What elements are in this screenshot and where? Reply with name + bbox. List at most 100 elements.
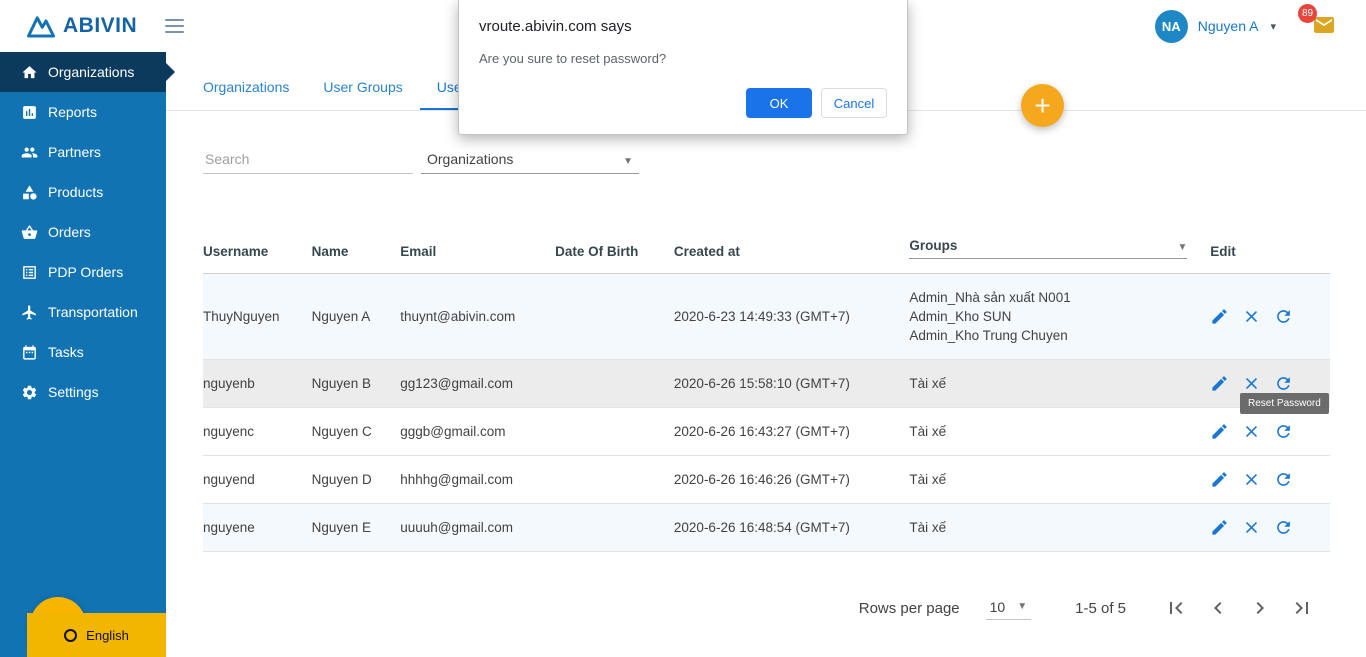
notification-badge: 89 (1298, 4, 1317, 23)
edit-pencil-icon (1212, 520, 1227, 535)
brand-name: ABIVIN (63, 14, 138, 37)
sidebar-item-reports[interactable]: Reports (0, 92, 166, 132)
calendar-icon (23, 344, 36, 360)
edit-pencil-icon (1212, 472, 1227, 487)
sidebar-item-products[interactable]: Products (0, 172, 166, 212)
cell-username: nguyenc (203, 407, 312, 456)
cell-name: Nguyen B (311, 359, 401, 408)
reset-password-button[interactable] (1274, 518, 1293, 537)
cell-name: Nguyen C (311, 407, 401, 456)
cell-username: nguyenb (203, 359, 312, 408)
sidebar-item-settings[interactable]: Settings (0, 372, 166, 412)
column-header-edit: Edit (1210, 230, 1330, 274)
reset-password-button[interactable] (1274, 307, 1293, 326)
reset-password-button[interactable] (1274, 422, 1293, 441)
edit-user-button[interactable] (1210, 422, 1229, 441)
cell-groups: Tài xế (909, 407, 1211, 456)
search-input[interactable] (203, 144, 413, 174)
cell-dob (555, 503, 674, 552)
cell-username: nguyene (203, 503, 312, 552)
last-page-button[interactable] (1290, 596, 1314, 620)
chart-icon (23, 105, 36, 119)
ok-button[interactable]: OK (746, 88, 812, 118)
cell-edit (1210, 273, 1330, 360)
notifications-button[interactable]: 89 (1298, 4, 1340, 39)
tab-organizations[interactable]: Organizations (186, 66, 306, 110)
column-header-groups[interactable]: Groups ▼ (909, 230, 1211, 274)
plane-icon (22, 304, 36, 320)
globe-icon (64, 628, 78, 642)
people-icon (21, 147, 38, 157)
abivin-logo-icon (27, 16, 55, 38)
first-page-icon (1170, 602, 1183, 614)
next-page-button[interactable] (1248, 596, 1272, 620)
user-name[interactable]: Nguyen A (1198, 18, 1259, 34)
groups-filter-caret-icon: ▼ (1177, 242, 1188, 253)
group-name: Tài xế (909, 472, 947, 487)
sidebar-item-partners[interactable]: Partners (0, 132, 166, 172)
cell-created-at: 2020-6-26 15:58:10 (GMT+7) (673, 359, 910, 408)
column-header-email: Email (400, 230, 556, 274)
sidebar-item-orders[interactable]: Orders (0, 212, 166, 252)
pagination-range: 1-5 of 5 (1075, 599, 1126, 617)
edit-user-button[interactable] (1210, 518, 1229, 537)
sidebar-item-label: Transportation (48, 304, 138, 320)
table-row: nguyenc Nguyen Cgggb@gmail.com 2020-6-26 1… (203, 407, 1330, 456)
edit-pencil-icon (1212, 376, 1227, 391)
previous-page-button[interactable] (1206, 596, 1230, 620)
sidebar-item-label: Organizations (48, 64, 135, 80)
sidebar-item-label: Reports (48, 104, 98, 120)
last-page-icon (1295, 602, 1308, 614)
cell-groups: Tài xế (909, 455, 1211, 504)
organizations-filter-select[interactable]: Organizations ▼ (421, 144, 639, 174)
column-header-name: Name (311, 230, 401, 274)
group-name: Tài xế (909, 520, 947, 535)
delete-user-button[interactable] (1242, 422, 1261, 441)
reset-password-button[interactable] (1274, 374, 1293, 393)
reset-password-icon (1277, 377, 1291, 390)
products-icon (23, 184, 37, 200)
menu-toggle-icon[interactable] (165, 19, 185, 33)
gear-icon (22, 385, 37, 399)
abivin-logo: ABIVIN (26, 13, 137, 39)
column-header-created-at: Created at (673, 230, 910, 274)
add-user-button[interactable]: + (1021, 84, 1064, 127)
delete-user-button[interactable] (1242, 307, 1261, 326)
chevron-down-icon[interactable]: ▾ (1270, 20, 1276, 33)
home-icon (22, 65, 37, 78)
reset-password-button[interactable] (1274, 470, 1293, 489)
edit-user-button[interactable] (1210, 470, 1229, 489)
language-label: English (86, 627, 129, 643)
delete-x-icon (1246, 425, 1258, 438)
delete-user-button[interactable] (1242, 518, 1261, 537)
edit-pencil-icon (1212, 309, 1227, 324)
sidebar-item-pdp-orders[interactable]: PDP Orders (0, 252, 166, 292)
sidebar-item-label: Settings (48, 384, 99, 400)
delete-user-button[interactable] (1242, 374, 1261, 393)
filter-row: Organizations ▼ (203, 144, 1366, 174)
sidebar-item-organizations[interactable]: Organizations (0, 52, 175, 92)
cell-dob (555, 359, 674, 408)
table-row: nguyenb Nguyen Bgg123@gmail.com 2020-6-26 … (203, 359, 1330, 408)
cancel-button[interactable]: Cancel (821, 88, 887, 118)
group-name: Admin_Kho Trung Chuyen (909, 328, 1068, 343)
sidebar-item-transportation[interactable]: Transportation (0, 292, 166, 332)
edit-user-button[interactable] (1210, 374, 1229, 393)
edit-user-button[interactable] (1210, 307, 1229, 326)
chevron-down-icon: ▼ (1017, 601, 1028, 612)
browser-confirm-dialog: vroute.abivin.com says Are you sure to r… (458, 0, 908, 135)
sidebar-item-tasks[interactable]: Tasks (0, 332, 166, 372)
reset-password-icon (1277, 521, 1291, 534)
delete-x-icon (1246, 310, 1258, 323)
cell-created-at: 2020-6-26 16:48:54 (GMT+7) (673, 503, 910, 552)
cell-dob (555, 455, 674, 504)
group-name: Tài xế (909, 376, 947, 391)
tab-user-groups[interactable]: User Groups (306, 66, 419, 110)
cell-created-at: 2020-6-26 16:43:27 (GMT+7) (673, 407, 910, 456)
cell-edit (1210, 503, 1330, 552)
first-page-button[interactable] (1164, 596, 1188, 620)
rows-per-page-select[interactable]: 10 ▼ (985, 597, 1032, 620)
language-button[interactable]: English (27, 613, 166, 657)
delete-user-button[interactable] (1242, 470, 1261, 489)
avatar[interactable]: NA (1154, 9, 1188, 43)
